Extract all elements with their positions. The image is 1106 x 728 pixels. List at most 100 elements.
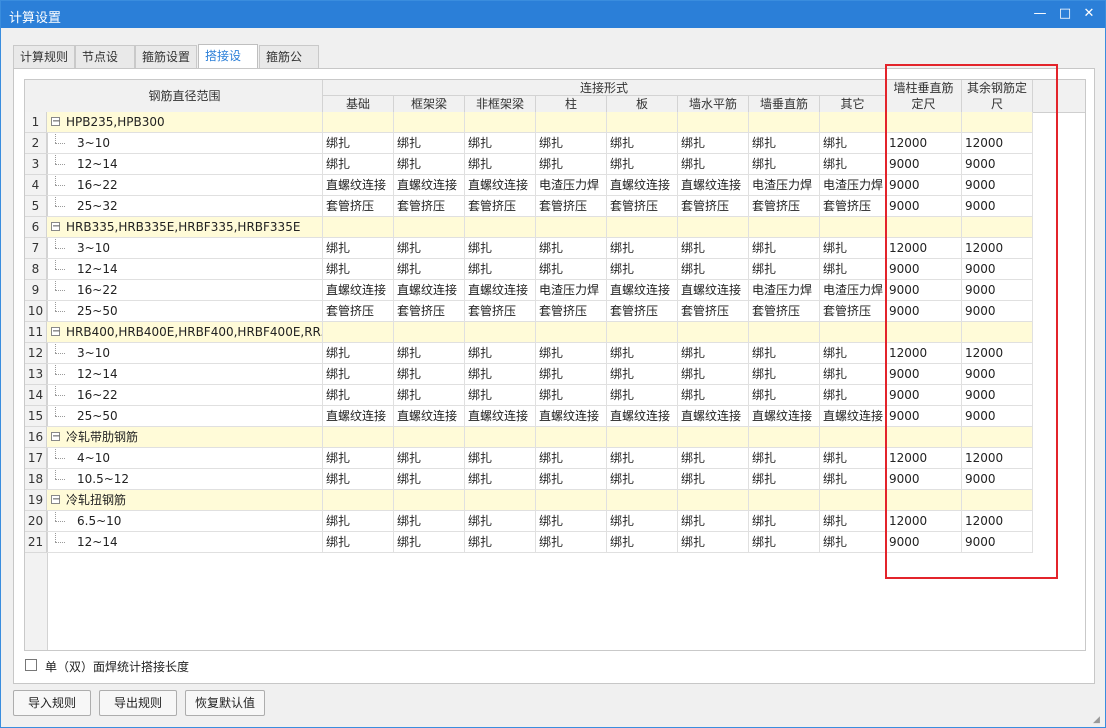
connection-cell[interactable]: 绑扎	[323, 133, 394, 154]
connection-cell[interactable]: 绑扎	[607, 511, 678, 532]
connection-cell[interactable]: 套管挤压	[394, 301, 465, 322]
connection-cell[interactable]: 绑扎	[749, 469, 820, 490]
connection-cell[interactable]: 绑扎	[323, 532, 394, 553]
other-length-cell[interactable]: 12000	[962, 448, 1033, 469]
connection-cell[interactable]	[820, 217, 886, 238]
connection-cell[interactable]: 绑扎	[749, 532, 820, 553]
connection-cell[interactable]	[394, 112, 465, 133]
connection-cell[interactable]	[607, 427, 678, 448]
tab-stirrup-formula[interactable]: 箍筋公式	[259, 45, 319, 86]
range-cell[interactable]: − 冷轧扭钢筋	[47, 490, 323, 511]
connection-cell[interactable]: 绑扎	[465, 469, 536, 490]
range-cell[interactable]: 10.5~12	[47, 469, 323, 490]
wall-column-length-cell[interactable]: 9000	[886, 259, 962, 280]
other-length-cell[interactable]: 9000	[962, 532, 1033, 553]
connection-cell[interactable]	[536, 322, 607, 343]
connection-cell[interactable]: 绑扎	[820, 448, 886, 469]
weld-option-checkbox[interactable]	[25, 659, 37, 671]
connection-cell[interactable]: 绑扎	[607, 154, 678, 175]
connection-cell[interactable]	[323, 112, 394, 133]
connection-cell[interactable]: 直螺纹连接	[465, 406, 536, 427]
connection-cell[interactable]: 绑扎	[607, 133, 678, 154]
connection-cell[interactable]: 套管挤压	[820, 196, 886, 217]
minimize-icon[interactable]: —	[1031, 6, 1049, 22]
connection-cell[interactable]: 直螺纹连接	[678, 175, 749, 196]
wall-column-length-cell[interactable]: 9000	[886, 154, 962, 175]
other-length-cell[interactable]: 9000	[962, 469, 1033, 490]
connection-cell[interactable]	[678, 322, 749, 343]
connection-cell[interactable]: 电渣压力焊	[749, 280, 820, 301]
connection-cell[interactable]	[749, 427, 820, 448]
connection-cell[interactable]: 直螺纹连接	[678, 406, 749, 427]
connection-cell[interactable]: 绑扎	[394, 259, 465, 280]
connection-cell[interactable]: 电渣压力焊	[749, 175, 820, 196]
connection-cell[interactable]	[749, 490, 820, 511]
connection-cell[interactable]	[465, 490, 536, 511]
connection-cell[interactable]: 绑扎	[749, 133, 820, 154]
wall-column-length-cell[interactable]: 12000	[886, 343, 962, 364]
connection-cell[interactable]: 绑扎	[607, 343, 678, 364]
connection-cell[interactable]: 绑扎	[607, 364, 678, 385]
wall-column-length-cell[interactable]	[886, 217, 962, 238]
other-length-cell[interactable]: 12000	[962, 511, 1033, 532]
other-length-cell[interactable]: 12000	[962, 343, 1033, 364]
wall-column-length-cell[interactable]: 9000	[886, 469, 962, 490]
connection-cell[interactable]: 电渣压力焊	[536, 280, 607, 301]
connection-cell[interactable]	[607, 322, 678, 343]
connection-cell[interactable]: 绑扎	[323, 238, 394, 259]
connection-cell[interactable]	[465, 427, 536, 448]
connection-cell[interactable]: 直螺纹连接	[820, 406, 886, 427]
connection-cell[interactable]: 绑扎	[323, 511, 394, 532]
connection-cell[interactable]	[678, 217, 749, 238]
range-cell[interactable]: 3~10	[47, 343, 323, 364]
connection-cell[interactable]: 绑扎	[678, 448, 749, 469]
connection-cell[interactable]: 绑扎	[678, 238, 749, 259]
connection-cell[interactable]: 绑扎	[323, 469, 394, 490]
connection-cell[interactable]: 套管挤压	[820, 301, 886, 322]
other-length-cell[interactable]	[962, 322, 1033, 343]
connection-cell[interactable]	[607, 217, 678, 238]
connection-cell[interactable]	[323, 490, 394, 511]
range-cell[interactable]: − HRB400,HRB400E,HRBF400,HRBF400E,RR...	[47, 322, 323, 343]
other-length-cell[interactable]	[962, 427, 1033, 448]
connection-cell[interactable]: 直螺纹连接	[465, 175, 536, 196]
maximize-icon[interactable]: □	[1056, 6, 1074, 22]
connection-cell[interactable]	[323, 427, 394, 448]
wall-column-length-cell[interactable]	[886, 490, 962, 511]
connection-cell[interactable]: 套管挤压	[465, 301, 536, 322]
connection-cell[interactable]: 套管挤压	[394, 196, 465, 217]
connection-cell[interactable]: 套管挤压	[607, 196, 678, 217]
other-length-cell[interactable]: 9000	[962, 259, 1033, 280]
connection-cell[interactable]: 直螺纹连接	[749, 406, 820, 427]
connection-cell[interactable]: 绑扎	[678, 469, 749, 490]
other-length-cell[interactable]: 12000	[962, 133, 1033, 154]
other-length-cell[interactable]	[962, 112, 1033, 133]
range-cell[interactable]: 12~14	[47, 532, 323, 553]
connection-cell[interactable]: 绑扎	[607, 238, 678, 259]
connection-cell[interactable]	[536, 490, 607, 511]
connection-cell[interactable]	[820, 112, 886, 133]
connection-cell[interactable]: 绑扎	[820, 259, 886, 280]
tab-calc-rules[interactable]: 计算规则	[13, 45, 75, 68]
collapse-icon[interactable]: −	[51, 222, 60, 232]
range-cell[interactable]: 25~50	[47, 406, 323, 427]
connection-cell[interactable]: 直螺纹连接	[536, 406, 607, 427]
connection-cell[interactable]: 绑扎	[465, 385, 536, 406]
wall-column-length-cell[interactable]	[886, 427, 962, 448]
connection-cell[interactable]: 套管挤压	[536, 196, 607, 217]
connection-cell[interactable]: 绑扎	[678, 133, 749, 154]
connection-cell[interactable]	[749, 112, 820, 133]
connection-cell[interactable]: 绑扎	[607, 448, 678, 469]
restore-defaults-button[interactable]: 恢复默认值	[185, 690, 265, 716]
connection-cell[interactable]: 绑扎	[394, 343, 465, 364]
connection-cell[interactable]: 绑扎	[536, 154, 607, 175]
connection-cell[interactable]: 绑扎	[536, 385, 607, 406]
connection-cell[interactable]: 绑扎	[323, 448, 394, 469]
wall-column-length-cell[interactable]: 9000	[886, 385, 962, 406]
connection-cell[interactable]: 绑扎	[323, 343, 394, 364]
connection-cell[interactable]: 直螺纹连接	[678, 280, 749, 301]
other-length-cell[interactable]: 9000	[962, 154, 1033, 175]
connection-cell[interactable]: 绑扎	[820, 385, 886, 406]
range-cell[interactable]: 3~10	[47, 133, 323, 154]
connection-cell[interactable]: 直螺纹连接	[465, 280, 536, 301]
